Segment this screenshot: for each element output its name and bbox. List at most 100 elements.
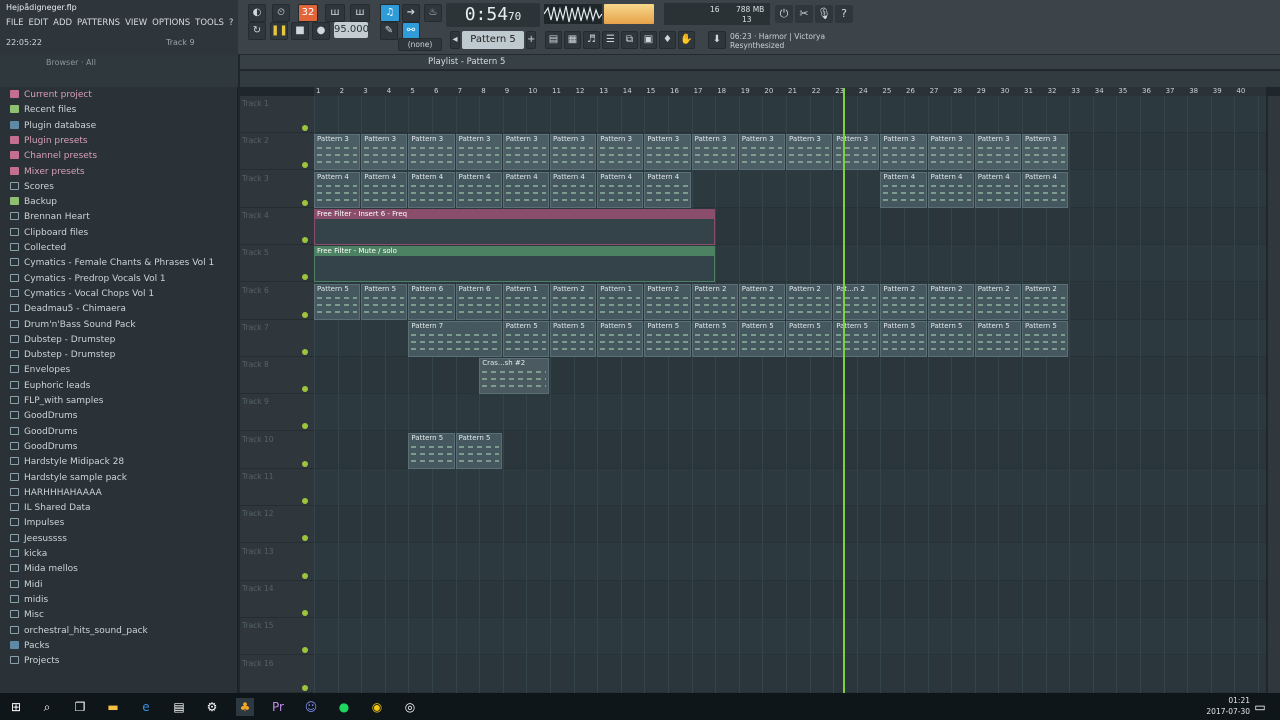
mic-icon[interactable]: 🎙 bbox=[815, 5, 833, 23]
track-header[interactable]: Track 8 bbox=[240, 357, 314, 395]
menu-item[interactable]: VIEW bbox=[125, 18, 147, 28]
download-icon[interactable]: ⬇ bbox=[708, 31, 726, 49]
pattern-clip[interactable]: Pattern 6 bbox=[408, 283, 455, 320]
steam-icon[interactable]: ◎ bbox=[401, 698, 419, 716]
time-display[interactable]: 0:5470 bbox=[446, 3, 540, 27]
track-lane[interactable] bbox=[314, 469, 1266, 506]
browser-item[interactable]: Drum'n'Bass Sound Pack bbox=[10, 318, 136, 333]
help-icon[interactable]: ? bbox=[835, 5, 853, 23]
track-enable-led[interactable] bbox=[302, 684, 308, 691]
track-enable-led[interactable] bbox=[302, 125, 308, 131]
track-enable-led[interactable] bbox=[302, 162, 308, 169]
track-lane[interactable] bbox=[314, 357, 1266, 395]
track-lane[interactable] bbox=[314, 506, 1266, 544]
track-enable-led[interactable] bbox=[302, 386, 308, 393]
snap-selector[interactable]: (none) bbox=[398, 38, 442, 51]
pattern-prev-icon[interactable]: ◂ bbox=[450, 31, 460, 49]
arrow-icon[interactable]: ➔ bbox=[402, 4, 420, 22]
browser-item[interactable]: Midi bbox=[10, 578, 42, 593]
pattern-clip[interactable]: Pattern 2 bbox=[786, 283, 833, 320]
file-explorer-icon[interactable]: ▬ bbox=[104, 698, 122, 716]
browser-item[interactable]: orchestral_hits_sound_pack bbox=[10, 624, 148, 639]
pattern-clip[interactable]: Pattern 3 bbox=[786, 134, 833, 171]
tempo-display[interactable]: 95.000 bbox=[334, 22, 369, 38]
browser-item[interactable]: GoodDrums bbox=[10, 425, 78, 440]
playlist-grid[interactable]: Pattern 3 Pattern 3 Pattern 3 Pattern 3 Patt… bbox=[314, 96, 1266, 693]
browser-item[interactable]: FLP_with samples bbox=[10, 394, 103, 409]
pattern-clip[interactable]: Pattern 4 bbox=[361, 171, 408, 208]
track-lane[interactable] bbox=[314, 655, 1266, 693]
piano-roll-icon[interactable]: ▦ bbox=[564, 31, 581, 49]
plugin-picker-icon[interactable]: ♦ bbox=[659, 31, 676, 49]
pattern-clip[interactable]: Pattern 4 bbox=[974, 171, 1021, 208]
pattern-clip[interactable]: Pattern 2 bbox=[927, 283, 974, 320]
store-icon[interactable]: ▤ bbox=[170, 698, 188, 716]
browser-item[interactable]: Cymatics - Female Chants & Phrases Vol 1 bbox=[10, 256, 214, 271]
track-lane[interactable] bbox=[314, 618, 1266, 656]
browser-item[interactable]: Dubstep - Drumstep bbox=[10, 348, 115, 363]
edge-icon[interactable]: e bbox=[137, 698, 155, 716]
browser-item[interactable]: IL Shared Data bbox=[10, 501, 91, 516]
browser-item[interactable]: Plugin database bbox=[10, 119, 96, 134]
browser-item[interactable]: Backup bbox=[10, 195, 57, 210]
pattern-next-icon[interactable]: + bbox=[526, 31, 536, 49]
playlist-vertical-scrollbar[interactable] bbox=[1268, 96, 1280, 693]
track-enable-led[interactable] bbox=[302, 460, 308, 467]
track-header[interactable]: Track 1 bbox=[240, 96, 314, 133]
track-enable-led[interactable] bbox=[302, 199, 308, 206]
pattern-clip[interactable]: Pattern 3 bbox=[738, 134, 785, 171]
track-header[interactable]: Track 3 bbox=[240, 171, 314, 208]
power-icon[interactable]: ⏻ bbox=[775, 5, 793, 23]
menu-item[interactable]: ADD bbox=[53, 18, 72, 28]
pattern-clip[interactable]: Pattern 3 bbox=[691, 134, 738, 171]
pattern-clip[interactable]: Pattern 5 bbox=[597, 320, 644, 357]
stop-button[interactable]: ■ bbox=[291, 22, 309, 40]
track-lane[interactable] bbox=[314, 96, 1266, 133]
browser-item[interactable]: Impulses bbox=[10, 516, 64, 531]
track-lane[interactable] bbox=[314, 580, 1266, 618]
track-header[interactable]: Track 6 bbox=[240, 283, 314, 320]
pattern-clip[interactable]: Pattern 5 bbox=[786, 320, 833, 357]
pattern-clip[interactable]: Pattern 2 bbox=[1022, 283, 1069, 320]
browser-item[interactable]: Misc bbox=[10, 608, 44, 623]
pattern-clip[interactable]: Pattern 5 bbox=[880, 320, 927, 357]
track-enable-led[interactable] bbox=[302, 647, 308, 654]
pattern-clip[interactable]: Pat...n 2 bbox=[833, 283, 880, 320]
pattern-clip[interactable]: Pattern 5 bbox=[644, 320, 691, 357]
browser-item[interactable]: Scores bbox=[10, 180, 54, 195]
pattern-clip[interactable]: Pattern 2 bbox=[974, 283, 1021, 320]
menu-item[interactable]: ? bbox=[229, 18, 234, 28]
audio-icon[interactable]: ♨ bbox=[424, 4, 442, 22]
record-mode-icon[interactable]: ⏲ bbox=[272, 4, 290, 22]
pattern-clip[interactable]: Pattern 4 bbox=[1022, 171, 1069, 208]
track-header[interactable]: Track 5 bbox=[240, 245, 314, 283]
discord-icon[interactable]: ☺ bbox=[302, 698, 320, 716]
browser-item[interactable]: Dubstep - Drumstep bbox=[10, 333, 115, 348]
pattern-clip[interactable]: Pattern 3 bbox=[455, 134, 502, 171]
search-icon[interactable]: ⌕ bbox=[38, 698, 56, 716]
browser-item[interactable]: Mixer presets bbox=[10, 165, 85, 180]
menu-item[interactable]: PATTERNS bbox=[77, 18, 120, 28]
pattern-clip[interactable]: Pattern 1 bbox=[502, 283, 549, 320]
browser-item[interactable]: midis bbox=[10, 593, 48, 608]
pattern-clip[interactable]: Pattern 3 bbox=[314, 134, 361, 171]
plugin-icon[interactable]: ⧉ bbox=[621, 31, 638, 49]
pattern-clip[interactable]: Pattern 5 bbox=[927, 320, 974, 357]
pattern-clip[interactable]: Pattern 6 bbox=[455, 283, 502, 320]
pattern-clip[interactable]: Pattern 4 bbox=[502, 171, 549, 208]
pattern-selector[interactable]: Pattern 5 bbox=[462, 31, 524, 49]
playlist-horizontal-scrollbar[interactable] bbox=[240, 71, 1280, 87]
pattern-clip[interactable]: Pattern 5 bbox=[361, 283, 408, 320]
automation-clip[interactable]: Free Filter - Insert 6 - Freq bbox=[314, 208, 716, 245]
pattern-clip[interactable]: Cras...sh #2 bbox=[479, 358, 549, 395]
browser-item[interactable]: Hardstyle sample pack bbox=[10, 471, 127, 486]
touch-icon[interactable]: ✋ bbox=[678, 31, 695, 49]
pattern-clip[interactable]: Pattern 3 bbox=[644, 134, 691, 171]
track-enable-led[interactable] bbox=[302, 423, 308, 430]
track-enable-led[interactable] bbox=[302, 535, 308, 542]
track-enable-led[interactable] bbox=[302, 498, 308, 504]
track-header[interactable]: Track 7 bbox=[240, 320, 314, 357]
notifications-icon[interactable]: ▭ bbox=[1251, 698, 1269, 716]
browser-item[interactable]: Packs bbox=[10, 639, 49, 654]
pat-song-toggle[interactable]: ◐ bbox=[248, 4, 266, 22]
